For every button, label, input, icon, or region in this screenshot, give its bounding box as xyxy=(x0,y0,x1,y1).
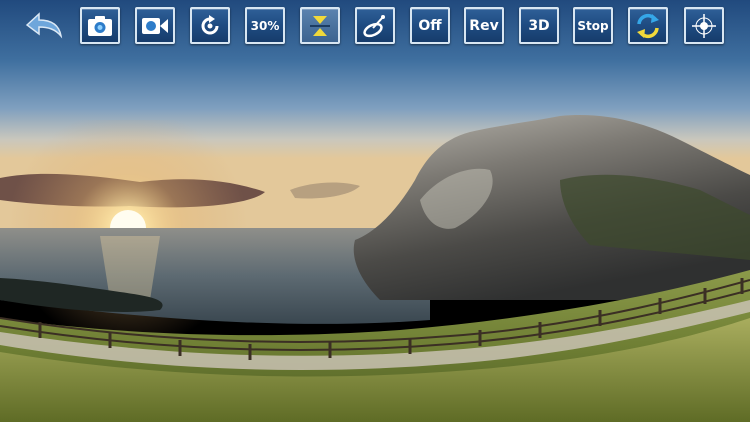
camera-icon xyxy=(88,15,112,36)
viewer-screen: 30% Off Rev 3D Stop xyxy=(0,0,750,422)
refresh-button[interactable] xyxy=(628,7,668,44)
toolbar: 30% Off Rev 3D Stop xyxy=(0,0,750,56)
refresh-icon xyxy=(637,13,659,38)
vertical-flip-icon xyxy=(310,15,330,36)
back-button[interactable] xyxy=(22,8,66,42)
projection-button[interactable] xyxy=(355,7,395,44)
back-arrow-icon xyxy=(25,12,63,39)
snapshot-button[interactable] xyxy=(80,7,120,44)
zoom-level-label: 30% xyxy=(250,18,280,33)
mode-toggle-button[interactable]: Off xyxy=(410,7,450,44)
mode-label: Off xyxy=(418,17,442,34)
view-3d-label: 3D xyxy=(528,17,550,34)
stop-label: Stop xyxy=(577,18,609,33)
rotate-button[interactable] xyxy=(190,7,230,44)
reverse-button[interactable]: Rev xyxy=(464,7,504,44)
record-button[interactable] xyxy=(135,7,175,44)
rotate-icon xyxy=(201,14,219,34)
stop-button[interactable]: Stop xyxy=(573,7,613,44)
panorama-view[interactable] xyxy=(0,0,750,422)
video-camera-icon xyxy=(142,17,168,34)
zoom-button[interactable]: 30% xyxy=(245,7,285,44)
crosshair-icon xyxy=(692,13,716,38)
dish-icon xyxy=(363,14,385,37)
view-3d-button[interactable]: 3D xyxy=(519,7,559,44)
center-view-button[interactable] xyxy=(684,7,724,44)
reverse-label: Rev xyxy=(469,17,499,34)
flip-button[interactable] xyxy=(300,7,340,44)
